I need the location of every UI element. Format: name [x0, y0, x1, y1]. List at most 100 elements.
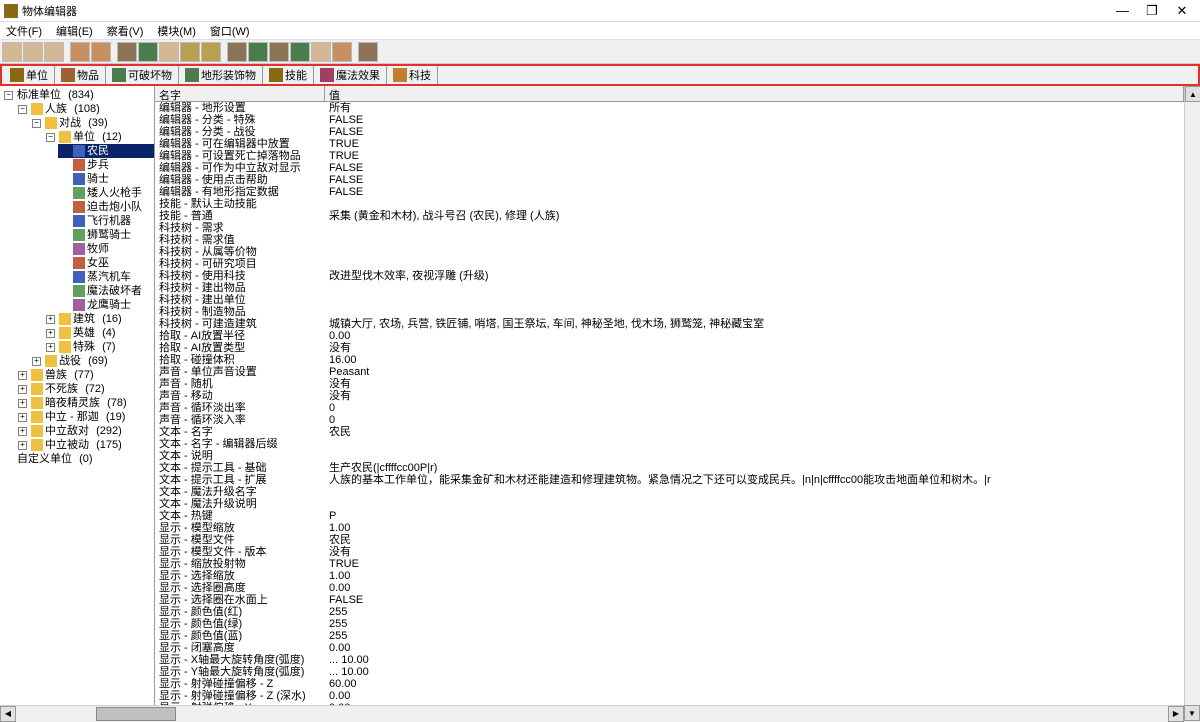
tree-heroes[interactable]: +英雄 (4): [44, 326, 154, 340]
data-row[interactable]: 声音 - 单位声音设置Peasant: [155, 366, 1184, 378]
tab-upgrades[interactable]: 科技: [387, 66, 438, 84]
data-row[interactable]: 显示 - 颜色值(绿)255: [155, 618, 1184, 630]
tool-j[interactable]: [311, 42, 331, 62]
menu-window[interactable]: 窗口(W): [210, 23, 250, 39]
data-row[interactable]: 技能 - 默认主动技能: [155, 198, 1184, 210]
tool-f[interactable]: [227, 42, 247, 62]
menu-edit[interactable]: 编辑(E): [56, 23, 93, 39]
tool-i[interactable]: [290, 42, 310, 62]
data-row[interactable]: 文本 - 魔法升级说明: [155, 498, 1184, 510]
data-row[interactable]: 显示 - 模型文件农民: [155, 534, 1184, 546]
scroll-thumb[interactable]: [96, 707, 176, 721]
tree-unit-item[interactable]: 矮人火枪手: [58, 186, 154, 200]
data-row[interactable]: 显示 - Y轴最大旋转角度(弧度)... 10.00: [155, 666, 1184, 678]
tree-units-group[interactable]: −单位 (12): [44, 130, 154, 144]
tree-neutral-naga[interactable]: +中立 - 那迦 (19): [16, 410, 154, 424]
tool-open[interactable]: [23, 42, 43, 62]
tool-g[interactable]: [248, 42, 268, 62]
data-pane[interactable]: 名字 值 编辑器 - 地形设置所有编辑器 - 分类 - 特殊FALSE编辑器 -…: [155, 86, 1184, 705]
tree-human[interactable]: −人族 (108): [16, 102, 154, 116]
data-row[interactable]: 显示 - 选择圈在水面上FALSE: [155, 594, 1184, 606]
data-row[interactable]: 文本 - 名字 - 编辑器后缀: [155, 438, 1184, 450]
tab-destructibles[interactable]: 可破坏物: [106, 66, 179, 84]
data-row[interactable]: 编辑器 - 可在编辑器中放置TRUE: [155, 138, 1184, 150]
data-row[interactable]: 编辑器 - 分类 - 特殊FALSE: [155, 114, 1184, 126]
tool-c[interactable]: [159, 42, 179, 62]
data-row[interactable]: 科技树 - 可研究项目: [155, 258, 1184, 270]
tool-paste[interactable]: [91, 42, 111, 62]
tree-unit-item[interactable]: 女巫: [58, 256, 154, 270]
tree-undead[interactable]: +不死族 (72): [16, 382, 154, 396]
tree-unit-item[interactable]: 迫击炮小队: [58, 200, 154, 214]
data-row[interactable]: 显示 - 缩放投射物TRUE: [155, 558, 1184, 570]
tool-l[interactable]: [358, 42, 378, 62]
data-row[interactable]: 科技树 - 建出单位: [155, 294, 1184, 306]
tree-unit-item[interactable]: 龙鹰骑士: [58, 298, 154, 312]
data-row[interactable]: 文本 - 说明: [155, 450, 1184, 462]
header-value[interactable]: 值: [325, 86, 1184, 101]
tool-e[interactable]: [201, 42, 221, 62]
tool-k[interactable]: [332, 42, 352, 62]
tool-save[interactable]: [44, 42, 64, 62]
tab-doodads[interactable]: 地形装饰物: [179, 66, 263, 84]
tree-unit-item[interactable]: 飞行机器: [58, 214, 154, 228]
data-row[interactable]: 科技树 - 从属等价物: [155, 246, 1184, 258]
tab-buffs[interactable]: 魔法效果: [314, 66, 387, 84]
tree-unit-item[interactable]: 骑士: [58, 172, 154, 186]
minimize-button[interactable]: —: [1116, 3, 1128, 19]
data-row[interactable]: 编辑器 - 可设置死亡掉落物品TRUE: [155, 150, 1184, 162]
data-row[interactable]: 显示 - 射弹碰撞偏移 - Z60.00: [155, 678, 1184, 690]
tool-b[interactable]: [138, 42, 158, 62]
close-button[interactable]: ✕: [1176, 3, 1188, 19]
scroll-up-button[interactable]: ▲: [1185, 86, 1200, 102]
tree-nightelf[interactable]: +暗夜精灵族 (78): [16, 396, 154, 410]
data-row[interactable]: 声音 - 移动没有: [155, 390, 1184, 402]
data-row[interactable]: 声音 - 循环淡入率0: [155, 414, 1184, 426]
tree-buildings[interactable]: +建筑 (16): [44, 312, 154, 326]
tool-a[interactable]: [117, 42, 137, 62]
data-row[interactable]: 显示 - 颜色值(蓝)255: [155, 630, 1184, 642]
scroll-right-button[interactable]: ▶: [1168, 706, 1184, 722]
data-row[interactable]: 文本 - 魔法升级名字: [155, 486, 1184, 498]
data-row[interactable]: 拾取 - AI放置类型没有: [155, 342, 1184, 354]
scroll-left-button[interactable]: ◀: [0, 706, 16, 722]
vertical-scrollbar[interactable]: ▲: [1184, 86, 1200, 705]
data-row[interactable]: 显示 - 模型文件 - 版本没有: [155, 546, 1184, 558]
data-row[interactable]: 拾取 - AI放置半径0.00: [155, 330, 1184, 342]
tree-unit-item[interactable]: 农民: [58, 144, 154, 158]
tab-abilities[interactable]: 技能: [263, 66, 314, 84]
data-row[interactable]: 科技树 - 需求: [155, 222, 1184, 234]
horizontal-scrollbar[interactable]: ◀ ▶: [0, 705, 1184, 721]
data-row[interactable]: 声音 - 循环淡出率0: [155, 402, 1184, 414]
tree-unit-item[interactable]: 魔法破坏者: [58, 284, 154, 298]
tool-new[interactable]: [2, 42, 22, 62]
data-row[interactable]: 文本 - 提示工具 - 基础生产农民(|cffffcc00P|r): [155, 462, 1184, 474]
data-row[interactable]: 显示 - X轴最大旋转角度(弧度)... 10.00: [155, 654, 1184, 666]
data-row[interactable]: 编辑器 - 有地形指定数据FALSE: [155, 186, 1184, 198]
data-row[interactable]: 显示 - 射弹偏移 - X0.00: [155, 702, 1184, 705]
data-row[interactable]: 显示 - 选择缩放1.00: [155, 570, 1184, 582]
menu-file[interactable]: 文件(F): [6, 23, 42, 39]
tool-copy[interactable]: [70, 42, 90, 62]
menu-view[interactable]: 察看(V): [107, 23, 144, 39]
tool-d[interactable]: [180, 42, 200, 62]
tree-unit-item[interactable]: 牧师: [58, 242, 154, 256]
data-row[interactable]: 科技树 - 需求值: [155, 234, 1184, 246]
maximize-button[interactable]: ❐: [1146, 3, 1158, 19]
data-row[interactable]: 编辑器 - 地形设置所有: [155, 102, 1184, 114]
data-row[interactable]: 显示 - 模型缩放1.00: [155, 522, 1184, 534]
scroll-down-button[interactable]: ▼: [1184, 705, 1200, 721]
tree-unit-item[interactable]: 狮鹫骑士: [58, 228, 154, 242]
data-row[interactable]: 文本 - 热键P: [155, 510, 1184, 522]
data-row[interactable]: 编辑器 - 使用点击帮助FALSE: [155, 174, 1184, 186]
data-row[interactable]: 拾取 - 碰撞体积16.00: [155, 354, 1184, 366]
data-row[interactable]: 声音 - 随机没有: [155, 378, 1184, 390]
data-row[interactable]: 编辑器 - 分类 - 战役FALSE: [155, 126, 1184, 138]
menu-module[interactable]: 模块(M): [157, 23, 196, 39]
tree-unit-item[interactable]: 步兵: [58, 158, 154, 172]
tree-custom-units[interactable]: 自定义单位 (0): [2, 452, 154, 466]
tab-units[interactable]: 单位: [4, 66, 55, 84]
tree-neutral-passive[interactable]: +中立被动 (175): [16, 438, 154, 452]
header-name[interactable]: 名字: [155, 86, 325, 101]
data-row[interactable]: 显示 - 颜色值(红)255: [155, 606, 1184, 618]
